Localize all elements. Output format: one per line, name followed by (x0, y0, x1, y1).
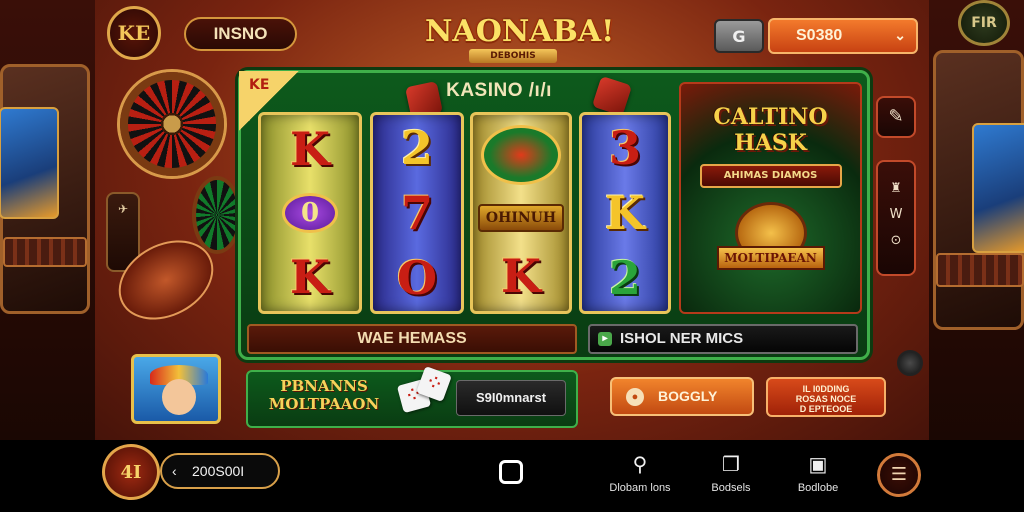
balance-value: S0380 (796, 27, 843, 44)
casino-tab-pill[interactable]: INSNO (184, 17, 297, 51)
reel-4[interactable]: 3 K 2 (579, 112, 671, 314)
plane-icon: ✈ (117, 202, 129, 216)
home-button[interactable] (499, 460, 523, 484)
bidding-line2: ROSAS NOCE (795, 394, 857, 404)
dice-pair-icon (396, 366, 452, 418)
menu-icon: ☰ (890, 464, 908, 485)
nav-item-search[interactable]: ⚲ Dlobam lons (600, 452, 680, 494)
reel-symbol: 2 (400, 120, 433, 175)
side-control-panel[interactable]: ♜ W ⊙ (876, 160, 916, 276)
reel-symbol: 3 (608, 120, 641, 175)
record-icon: ● (626, 388, 644, 406)
promo-panel[interactable]: CALTINO HASK AHIMAS DIAMOS MOLTIPAEAN (679, 82, 862, 314)
reel-3[interactable]: OHINUH K (470, 112, 572, 314)
casino-tab-label: INSNO (213, 24, 268, 43)
reel-banner: OHINUH (477, 203, 565, 232)
right-arcade-area (929, 0, 1024, 440)
board-title: KASINO /ı/ı (446, 80, 552, 101)
balance-dropdown[interactable]: S0380 ⌄ (768, 18, 918, 54)
profile-emblem-button[interactable]: FIR (958, 0, 1010, 46)
side-control-label: W (889, 207, 903, 222)
info-bar-right-label: ISHOL NER MICS (620, 330, 744, 347)
reel-2[interactable]: 2 7 O (370, 112, 464, 314)
nav-item-bodsels[interactable]: ❐ Bodsels (691, 452, 771, 494)
bidding-button[interactable]: IL I0DDING ROSAS NOCE D EPTEOOE (766, 377, 886, 417)
bag-icon: ▣ (808, 454, 828, 476)
arcade-cabinet-right (933, 50, 1024, 330)
player-avatar[interactable] (131, 354, 221, 424)
arcade-cabinet-left (0, 64, 90, 314)
reel-symbol: K (290, 249, 330, 304)
melon-emblem-icon (481, 124, 561, 185)
nav-item-bodlobe[interactable]: ▣ Bodlobe (778, 452, 858, 494)
knob-icon (897, 350, 923, 376)
bottom-balance-value: 200S00I (192, 463, 245, 479)
nav-item-label: Dlobam lons (609, 482, 671, 494)
search-icon: ⚲ (632, 454, 648, 476)
reel-symbol: 2 (608, 251, 641, 306)
logo-subtitle: DEBOHIS (469, 49, 557, 63)
menu-emblem-text: KE (117, 21, 151, 45)
arcade-panel-right (936, 253, 1024, 287)
info-bar-left: WAE HEMASS (247, 324, 577, 354)
menu-emblem-button[interactable]: KE (107, 6, 161, 60)
reel-symbol: K (501, 249, 541, 304)
reel-1[interactable]: K 0 K (258, 112, 362, 314)
bonus-title-line2: MOLTPAAON (268, 395, 380, 413)
reel-symbol: O (396, 251, 438, 306)
gift-button[interactable]: G (714, 19, 764, 53)
gift-icon: G (732, 26, 746, 46)
reel-symbol: K (605, 185, 645, 240)
bonus-title-line1: PBNANNS (280, 377, 368, 395)
bidding-line1: IL I0DDING (802, 384, 850, 394)
bottom-logo-text: 4I (120, 461, 142, 483)
reel-symbol: K (290, 122, 330, 177)
roulette-wheel-small (192, 176, 242, 254)
play-icon: ▸ (598, 332, 612, 346)
edit-button[interactable]: ✎ (876, 96, 916, 138)
corner-badge-text: KE (249, 77, 270, 93)
promo-title: CALTINO HASK (681, 104, 860, 156)
profile-emblem-text: FIR (971, 15, 997, 31)
promo-badge: MOLTIPAEAN (716, 246, 825, 270)
bottom-logo-button[interactable]: 4I (102, 444, 160, 500)
bidding-line3: D EPTEOOE (799, 404, 853, 414)
timer-icon: ⊙ (890, 233, 902, 248)
nav-item-label: Bodsels (711, 482, 751, 494)
arcade-panel-left (3, 237, 87, 267)
bottom-balance-pill[interactable]: ‹ 200S00I (160, 453, 280, 489)
reel-symbol: 0 (282, 192, 338, 233)
logo-title: NAONABA! (425, 14, 615, 49)
chevron-down-icon: ⌄ (894, 27, 906, 43)
menu-button[interactable]: ☰ (877, 453, 921, 497)
boggly-button-label: BOGGLY (658, 388, 718, 404)
info-bar-right[interactable]: ▸ ISHOL NER MICS (588, 324, 858, 354)
left-arcade-area (0, 0, 95, 440)
promo-subtitle: AHIMAS DIAMOS (699, 164, 842, 188)
bonus-amount: S9I0mnarst (456, 380, 566, 416)
boggly-button[interactable]: ● BOGGLY (610, 377, 754, 416)
game-logo: NAONABA! DEBOHIS (425, 6, 615, 70)
back-arrow-icon: ‹ (172, 463, 177, 479)
bell-icon: ♜ (890, 181, 902, 196)
promo-title-line2: HASK (734, 130, 807, 156)
reel-symbol: 7 (400, 185, 433, 240)
avatar-face (162, 379, 196, 415)
roulette-wheel (120, 72, 224, 176)
pencil-icon: ✎ (888, 106, 904, 127)
arcade-screen-right (972, 123, 1024, 253)
promo-title-line1: CALTINO (713, 104, 828, 130)
book-icon: ❐ (722, 454, 740, 476)
bonus-title: PBNANNS MOLTPAAON (264, 377, 384, 413)
nav-item-label: Bodlobe (797, 482, 839, 494)
arcade-screen-left (0, 107, 59, 219)
